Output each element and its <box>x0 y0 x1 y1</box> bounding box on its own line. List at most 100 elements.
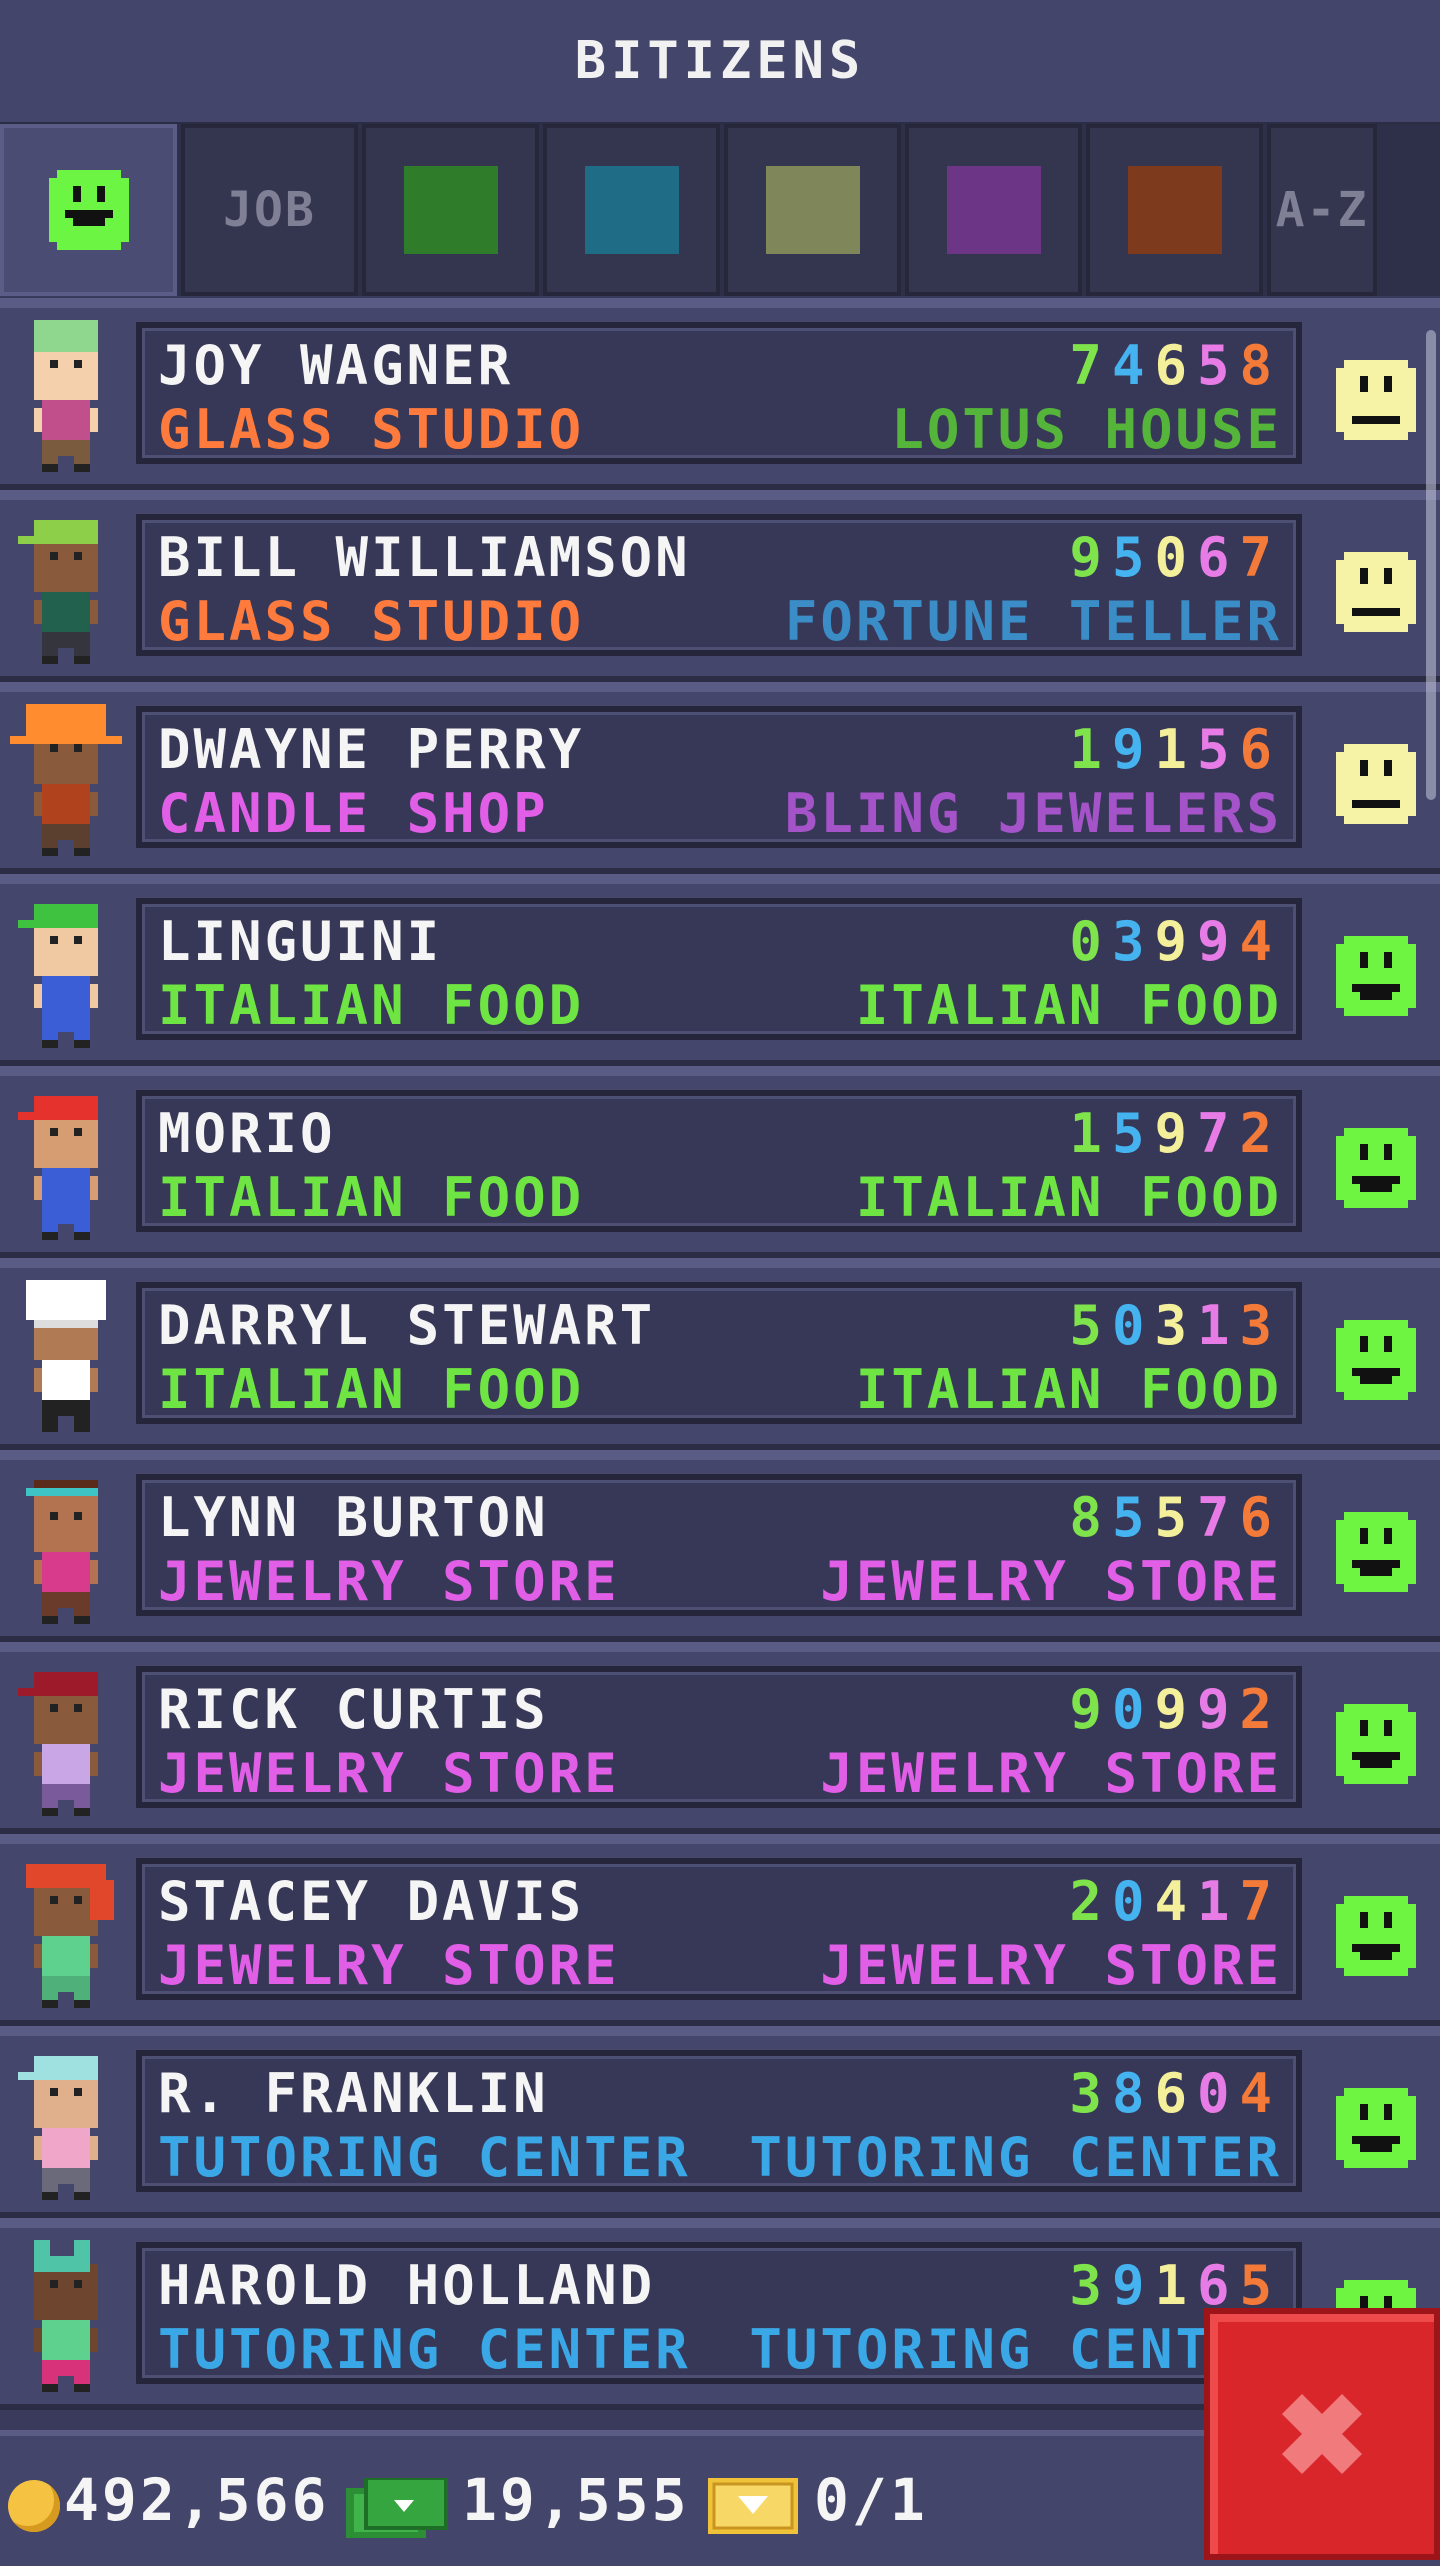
bitizen-name: R. FRANKLIN <box>158 2062 549 2125</box>
bitizen-dream-job: FORTUNE TELLER <box>784 590 1282 653</box>
bitizen-name: STACEY DAVIS <box>158 1870 585 1933</box>
ticket-icon <box>708 2478 798 2534</box>
bitizen-card: JOY WAGNER 74658 GLASS STUDIO LOTUS HOUSE <box>136 322 1302 464</box>
color-swatch <box>1127 166 1222 254</box>
bitizen-id: 03994 <box>1069 910 1282 973</box>
bitizen-row[interactable]: DWAYNE PERRY 19156 CANDLE SHOP BLING JEWELE… <box>0 682 1440 874</box>
bitizen-avatar <box>10 704 122 856</box>
bitizen-list[interactable]: JOY WAGNER 74658 GLASS STUDIO LOTUS HOUSE BI… <box>0 298 1440 2430</box>
tab-color-swatch[interactable] <box>1086 124 1263 296</box>
bitizen-dream-job: TUTORING CENTER <box>749 2318 1282 2381</box>
bitizen-row[interactable]: BILL WILLIAMSON 95067 GLASS STUDIO FORTUNE … <box>0 490 1440 682</box>
bitizen-avatar <box>18 1672 98 1816</box>
bitizen-card: LYNN BURTON 85576 JEWELRY STORE JEWELRY STO… <box>136 1474 1302 1616</box>
bitizen-avatar <box>26 1480 98 1624</box>
bitizen-card: R. FRANKLIN 38604 TUTORING CENTER TUTORING … <box>136 2050 1302 2192</box>
ticket-count: 0/1 <box>814 2466 928 2534</box>
bitizen-job: TUTORING CENTER <box>158 2126 691 2189</box>
tab-label: A-Z <box>1275 182 1369 238</box>
bitizen-card: DWAYNE PERRY 19156 CANDLE SHOP BLING JEWELE… <box>136 706 1302 848</box>
neutral-face-icon <box>1336 552 1416 632</box>
bitizen-id: 74658 <box>1069 334 1282 397</box>
color-swatch <box>765 166 860 254</box>
color-swatch <box>403 166 498 254</box>
bitizen-avatar <box>34 320 98 472</box>
bitizen-avatar <box>18 2056 98 2200</box>
tab-color-swatch[interactable] <box>905 124 1082 296</box>
bitizen-avatar <box>26 1280 106 1432</box>
scrollbar[interactable] <box>1426 330 1436 800</box>
happy-face-icon <box>1336 1512 1416 1592</box>
bitizen-dream-job: ITALIAN FOOD <box>855 974 1282 1037</box>
bitizen-row[interactable]: R. FRANKLIN 38604 TUTORING CENTER TUTORING … <box>0 2026 1440 2218</box>
bitizen-job: GLASS STUDIO <box>158 398 585 461</box>
tab-color-swatch[interactable] <box>362 124 539 296</box>
bitizen-dream-job: ITALIAN FOOD <box>855 1166 1282 1229</box>
bitizen-dream-job: ITALIAN FOOD <box>855 1358 1282 1421</box>
tab-happiness[interactable] <box>0 124 177 296</box>
bitizen-card: STACEY DAVIS 20417 JEWELRY STORE JEWELRY ST… <box>136 1858 1302 2000</box>
bitizen-name: RICK CURTIS <box>158 1678 549 1741</box>
happy-face-icon <box>1336 1320 1416 1400</box>
color-swatch <box>584 166 679 254</box>
tab-color-swatch[interactable] <box>724 124 901 296</box>
close-button[interactable] <box>1204 2308 1440 2560</box>
tab-az[interactable]: A-Z <box>1267 124 1377 296</box>
happy-face-icon <box>1336 936 1416 1016</box>
bitizen-job: ITALIAN FOOD <box>158 1166 585 1229</box>
bitizen-dream-job: JEWELRY STORE <box>820 1550 1282 1613</box>
bitizen-id: 95067 <box>1069 526 1282 589</box>
bitizen-job: JEWELRY STORE <box>158 1934 620 1997</box>
bitizen-dream-job: JEWELRY STORE <box>820 1742 1282 1805</box>
bitizen-row[interactable]: LYNN BURTON 85576 JEWELRY STORE JEWELRY STO… <box>0 1450 1440 1642</box>
bitizen-row[interactable]: MORIO 15972 ITALIAN FOOD ITALIAN FOOD <box>0 1066 1440 1258</box>
bitizen-id: 15972 <box>1069 1102 1282 1165</box>
bitizen-avatar <box>26 1864 114 2008</box>
bitizen-id: 20417 <box>1069 1870 1282 1933</box>
bitizen-id: 50313 <box>1069 1294 1282 1357</box>
tab-job[interactable]: JOB <box>181 124 358 296</box>
bitizen-card: RICK CURTIS 90992 JEWELRY STORE JEWELRY STO… <box>136 1666 1302 1808</box>
bitizen-row[interactable]: JOY WAGNER 74658 GLASS STUDIO LOTUS HOUSE <box>0 298 1440 490</box>
bitizen-avatar <box>18 904 98 1048</box>
bitizen-job: JEWELRY STORE <box>158 1742 620 1805</box>
bitizen-card: HAROLD HOLLAND 39165 TUTORING CENTER TUTORI… <box>136 2242 1302 2384</box>
bitizen-name: LYNN BURTON <box>158 1486 549 1549</box>
bitizen-job: JEWELRY STORE <box>158 1550 620 1613</box>
bitizen-row[interactable]: LINGUINI 03994 ITALIAN FOOD ITALIAN FOOD <box>0 874 1440 1066</box>
close-icon <box>1282 2394 1362 2474</box>
happy-face-icon <box>1336 1704 1416 1784</box>
bitizen-card: DARRYL STEWART 50313 ITALIAN FOOD ITALIAN F… <box>136 1282 1302 1424</box>
bitizen-card: BILL WILLIAMSON 95067 GLASS STUDIO FORTUNE … <box>136 514 1302 656</box>
bitizen-job: CANDLE SHOP <box>158 782 549 845</box>
bitizen-name: JOY WAGNER <box>158 334 514 397</box>
neutral-face-icon <box>1336 360 1416 440</box>
happy-face-icon <box>1336 1896 1416 1976</box>
bitizen-avatar <box>18 1096 98 1240</box>
bitizen-job: ITALIAN FOOD <box>158 1358 585 1421</box>
bitizen-name: HAROLD HOLLAND <box>158 2254 656 2317</box>
bitizen-name: BILL WILLIAMSON <box>158 526 691 589</box>
bitizen-row[interactable]: DARRYL STEWART 50313 ITALIAN FOOD ITALIAN F… <box>0 1258 1440 1450</box>
bitizen-avatar <box>34 2240 98 2392</box>
color-swatch <box>946 166 1041 254</box>
bitizen-job: ITALIAN FOOD <box>158 974 585 1037</box>
bitizen-dream-job: LOTUS HOUSE <box>891 398 1282 461</box>
bitizen-id: 85576 <box>1069 1486 1282 1549</box>
bitizen-dream-job: BLING JEWELERS <box>784 782 1282 845</box>
tab-label: JOB <box>223 182 316 238</box>
happy-face-icon <box>1336 1128 1416 1208</box>
bitizen-id: 90992 <box>1069 1678 1282 1741</box>
bitizen-job: GLASS STUDIO <box>158 590 585 653</box>
bitizen-row[interactable]: RICK CURTIS 90992 JEWELRY STORE JEWELRY STO… <box>0 1642 1440 1834</box>
bux-icon <box>346 2478 448 2538</box>
bitizen-dream-job: TUTORING CENTER <box>749 2126 1282 2189</box>
happy-face-icon <box>1336 2088 1416 2168</box>
bitizen-name: DWAYNE PERRY <box>158 718 585 781</box>
bux-count: 19,555 <box>462 2466 690 2534</box>
coin-icon <box>8 2480 60 2532</box>
bitizen-job: TUTORING CENTER <box>158 2318 691 2381</box>
tab-color-swatch[interactable] <box>543 124 720 296</box>
bitizen-row[interactable]: STACEY DAVIS 20417 JEWELRY STORE JEWELRY ST… <box>0 1834 1440 2026</box>
bitizen-id: 19156 <box>1069 718 1282 781</box>
